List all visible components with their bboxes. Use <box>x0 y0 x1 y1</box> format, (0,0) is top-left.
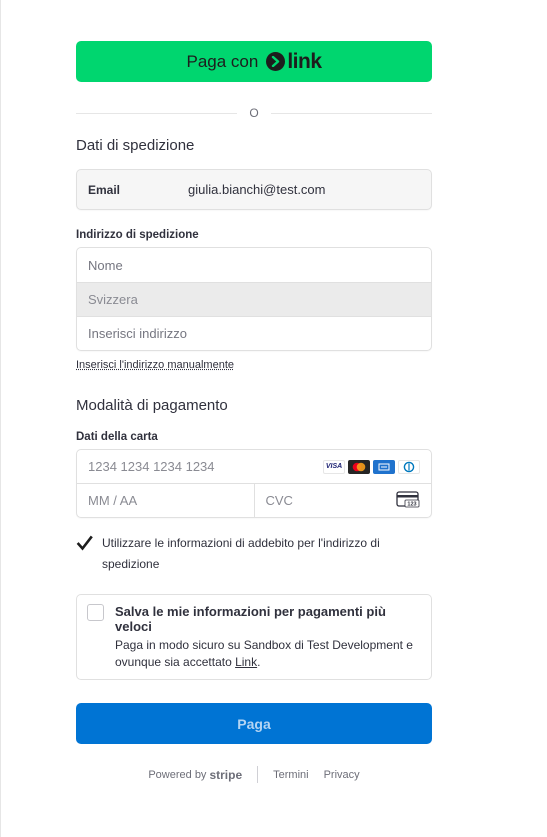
expiry-input[interactable]: MM / AA <box>77 484 254 517</box>
amex-icon <box>373 459 395 474</box>
email-label: Email <box>88 182 121 197</box>
stripe-logo: stripe <box>209 767 243 782</box>
card-number-input[interactable]: 1234 1234 1234 1234 VISA <box>77 450 431 483</box>
divider-line-right <box>270 112 432 114</box>
email-field[interactable]: Email giulia.bianchi@test.com <box>76 169 432 210</box>
save-info-link[interactable]: Link <box>235 655 257 669</box>
footer: Powered by stripe Termini Privacy <box>76 766 432 783</box>
save-info-checkbox[interactable] <box>87 604 104 621</box>
link-logo: link <box>266 49 322 74</box>
terms-link[interactable]: Termini <box>273 769 308 781</box>
billing-same-label: Utilizzare le informazioni di addebito p… <box>102 536 380 571</box>
divider-line-left <box>76 112 238 114</box>
payment-section-title: Modalità di pagamento <box>76 397 228 414</box>
card-number-placeholder: 1234 1234 1234 1234 <box>88 459 215 474</box>
card-details-group: 1234 1234 1234 1234 VISA MM / AA CVC 123 <box>76 449 432 518</box>
name-input[interactable]: Nome <box>77 248 431 282</box>
cvc-card-icon: 123 <box>396 490 420 511</box>
footer-separator <box>257 766 259 783</box>
page-left-border <box>0 0 1 837</box>
shipping-address-label: Indirizzo di spedizione <box>76 229 199 241</box>
pay-with-link-label: Paga con <box>186 51 259 71</box>
card-brands: VISA <box>323 459 420 474</box>
powered-by-text: Powered by <box>148 768 207 781</box>
diners-icon <box>398 459 420 474</box>
expiry-placeholder: MM / AA <box>88 493 138 508</box>
or-text: O <box>249 106 259 120</box>
pay-button[interactable]: Paga <box>76 703 432 744</box>
mastercard-icon <box>348 459 370 474</box>
privacy-link[interactable]: Privacy <box>324 769 360 781</box>
link-chevron-icon <box>266 52 286 71</box>
link-wordmark: link <box>287 49 322 73</box>
country-select[interactable]: Svizzera <box>77 282 431 316</box>
cvc-icon-digits: 123 <box>407 501 416 507</box>
powered-by-stripe[interactable]: Powered by stripe <box>148 768 242 782</box>
checkmark-icon <box>76 535 93 551</box>
save-info-desc-text: Paga in modo sicuro su Sandbox di Test D… <box>115 638 413 669</box>
enter-address-manually-link[interactable]: Inserisci l'indirizzo manualmente <box>76 359 234 371</box>
save-info-title: Salva le mie informazioni per pagamenti … <box>115 604 386 634</box>
pay-button-label: Paga <box>237 715 271 732</box>
save-info-desc-end: . <box>257 655 261 669</box>
cvc-input[interactable]: CVC 123 <box>253 484 432 517</box>
save-info-content: Salva le mie informazioni per pagamenti … <box>115 604 421 671</box>
card-details-label: Dati della carta <box>76 431 158 443</box>
checkout-form: Paga con link O Dati di spedizione Email… <box>76 41 432 783</box>
or-divider: O <box>76 103 432 123</box>
save-info-description: Paga in modo sicuro su Sandbox di Test D… <box>115 637 421 671</box>
save-info-box: Salva le mie informazioni per pagamenti … <box>76 594 432 680</box>
billing-same-as-shipping: Utilizzare le informazioni di addebito p… <box>76 535 432 575</box>
visa-icon: VISA <box>323 459 345 474</box>
shipping-section-title: Dati di spedizione <box>76 137 195 154</box>
address-input[interactable]: Inserisci indirizzo <box>77 316 431 350</box>
email-value: giulia.bianchi@test.com <box>188 182 326 197</box>
shipping-address-group: Nome Svizzera Inserisci indirizzo <box>76 247 432 351</box>
pay-with-link-button[interactable]: Paga con link <box>76 41 432 82</box>
expiry-cvc-row: MM / AA CVC 123 <box>77 483 431 517</box>
cvc-placeholder: CVC <box>265 493 293 508</box>
billing-same-checkbox[interactable] <box>76 535 93 552</box>
